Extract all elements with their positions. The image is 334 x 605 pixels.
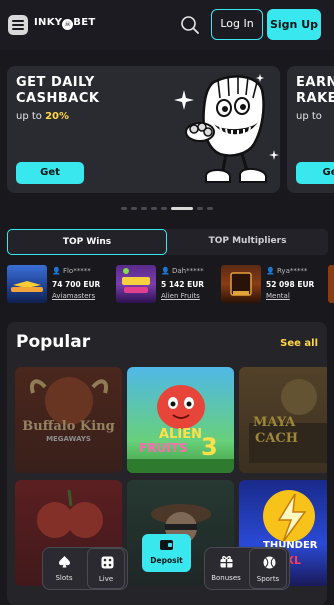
promo-get-button[interactable]: Ge	[296, 162, 334, 184]
deposit-button[interactable]: Deposit	[142, 534, 191, 572]
carousel-dot[interactable]	[207, 207, 213, 210]
see-all-link[interactable]: See all	[280, 338, 318, 349]
promo-sub-value: 20%	[45, 111, 70, 122]
winner-name: Dah*****	[171, 267, 204, 275]
search-icon[interactable]	[180, 15, 200, 35]
win-game-link[interactable]: Alien Fruits	[161, 292, 200, 300]
carousel-indicator	[121, 207, 213, 210]
user-icon: 👤	[161, 267, 170, 275]
promo-sub-prefix: up to	[296, 111, 322, 122]
tab-top-multipliers[interactable]: TOP Multipliers	[167, 229, 328, 255]
hamburger-menu-icon[interactable]	[8, 15, 28, 35]
user-icon: 👤	[52, 267, 61, 275]
promo-subtitle: up to	[296, 111, 322, 122]
game-thumbnail	[221, 265, 261, 303]
win-item[interactable]: 👤 Dah***** 5 142 EUR Alien Fruits	[116, 265, 216, 303]
promo-card-rakeback[interactable]: EARN RAKE up to Ge	[287, 66, 334, 193]
game-number: 3	[201, 433, 218, 461]
nav-label: Bonuses	[211, 574, 241, 582]
wallet-icon	[160, 540, 173, 550]
game-title: MAYA	[253, 415, 296, 430]
promo-sub-prefix: up to	[16, 111, 46, 122]
win-game-link[interactable]: Aviamasters	[52, 292, 95, 300]
nav-label: Sports	[256, 575, 280, 583]
carousel-dot[interactable]	[197, 207, 203, 210]
spade-icon	[59, 556, 70, 568]
win-amount: 5 142 EUR	[161, 280, 205, 289]
winner-name: Rya*****	[276, 267, 308, 275]
logo-suffix: BET	[73, 17, 96, 28]
win-amount: 52 098 EUR	[266, 280, 315, 289]
winner-username: 👤 Flo*****	[52, 267, 91, 275]
nav-label: Live	[98, 575, 114, 583]
winner-username: 👤 Dah*****	[161, 267, 204, 275]
promo-title-line2: RAKE	[296, 91, 334, 106]
promo-title-line1: GET DAILY	[16, 75, 95, 90]
game-title: ALIEN	[159, 427, 202, 442]
promo-card-cashback[interactable]: GET DAILY CASHBACK up to 20% Get	[7, 66, 280, 193]
win-amount: 74 700 EUR	[52, 280, 101, 289]
brand-logo[interactable]: INKY ☠ BET	[34, 17, 95, 30]
carousel-dot[interactable]	[121, 207, 127, 210]
game-subtitle: CACH	[255, 431, 299, 446]
game-thumbnail	[116, 265, 156, 303]
promo-title: GET DAILY CASHBACK	[16, 75, 99, 107]
promo-get-button[interactable]: Get	[16, 162, 84, 184]
nav-live[interactable]: Live	[87, 548, 125, 589]
signup-button[interactable]: Sign Up	[267, 9, 321, 40]
game-card[interactable]: ALIEN FRUITS 3	[127, 367, 234, 473]
winner-username: 👤 Rya*****	[266, 267, 307, 275]
game-card[interactable]: Buffalo King MEGAWAYS	[15, 367, 122, 473]
game-card[interactable]: MAYA CACH	[239, 367, 327, 473]
tennis-ball-icon	[263, 556, 276, 569]
promo-title: EARN RAKE	[296, 75, 334, 107]
carousel-dot[interactable]	[161, 207, 167, 210]
promo-title-line2: CASHBACK	[16, 91, 100, 106]
login-button[interactable]: Log In	[211, 9, 263, 40]
carousel-dot[interactable]	[151, 207, 157, 210]
winner-name: Flo*****	[62, 267, 91, 275]
win-game-link[interactable]: Mental	[266, 292, 290, 300]
user-icon: 👤	[266, 267, 275, 275]
game-subtitle: MEGAWAYS	[46, 435, 91, 443]
game-title: Buffalo King	[22, 419, 115, 434]
game-thumbnail	[328, 265, 334, 303]
section-title: Popular	[16, 332, 91, 352]
carousel-dot-active[interactable]	[171, 207, 193, 210]
nav-label: Slots	[55, 574, 73, 582]
bottom-nav-right: Bonuses Sports	[204, 547, 290, 590]
carousel-dot[interactable]	[141, 207, 147, 210]
nav-bonuses[interactable]: Bonuses	[207, 548, 245, 589]
nav-slots[interactable]: Slots	[45, 548, 83, 589]
game-thumbnail	[7, 265, 47, 303]
promo-title-line1: EARN	[296, 75, 334, 90]
wins-tabs: TOP Wins TOP Multipliers	[7, 229, 328, 255]
gift-icon	[220, 556, 233, 568]
logo-skull: ☠	[62, 19, 74, 30]
game-subtitle: FRUITS	[139, 441, 188, 455]
mascot-illustration	[174, 74, 279, 183]
win-item[interactable]: 👤 Rya***** 52 098 EUR Mental	[221, 265, 321, 303]
nav-label: Deposit	[150, 556, 183, 565]
nav-sports[interactable]: Sports	[249, 548, 287, 589]
bottom-nav-left: Slots Live	[42, 547, 128, 590]
top-header: INKY ☠ BET Log In Sign Up	[0, 0, 334, 50]
carousel-dot[interactable]	[131, 207, 137, 210]
dice-icon	[101, 556, 114, 569]
win-item[interactable]	[328, 265, 334, 303]
tab-top-wins[interactable]: TOP Wins	[7, 229, 167, 255]
logo-text: INKY	[34, 17, 63, 28]
game-art	[127, 385, 234, 473]
promo-subtitle: up to 20%	[16, 111, 69, 122]
win-item[interactable]: 👤 Flo***** 74 700 EUR Aviamasters	[7, 265, 107, 303]
